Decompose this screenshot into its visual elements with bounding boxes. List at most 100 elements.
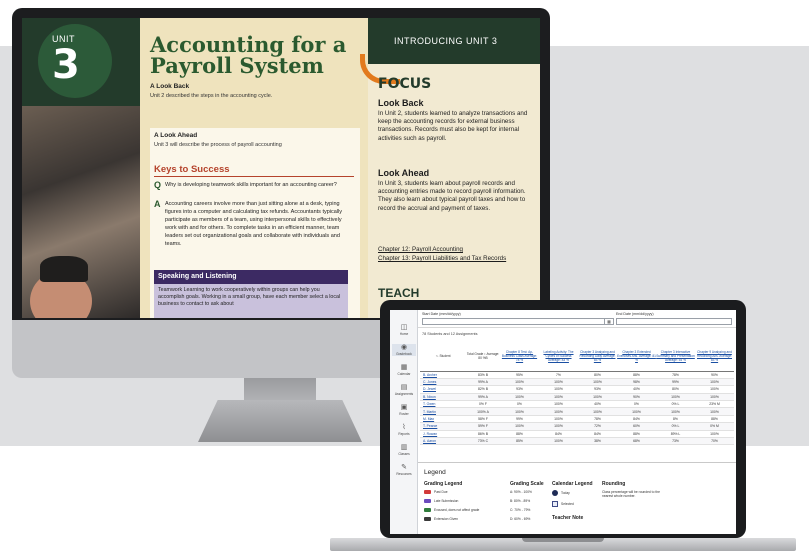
score-cell[interactable]: 88%	[500, 430, 539, 439]
sidebar-item-roster[interactable]: ▣ Roster	[392, 404, 416, 416]
score-cell[interactable]: 40%	[578, 400, 617, 409]
score-cell[interactable]: 100%	[695, 378, 734, 387]
score-cell[interactable]: 100%	[578, 407, 617, 416]
score-cell[interactable]: 90%	[617, 393, 656, 402]
score-cell[interactable]: 38%	[578, 437, 617, 446]
scale-item: A: 90% - 100%	[510, 490, 532, 494]
score-cell[interactable]: 100%	[539, 385, 578, 394]
sidebar-item-label: Gradebook	[396, 352, 412, 356]
score-cell[interactable]: 100%	[539, 400, 578, 409]
score-cell[interactable]: 40%	[617, 385, 656, 394]
col-assignment[interactable]: Chapter 8 Test: Ap-Business Class Averag…	[500, 341, 539, 372]
score-cell[interactable]: 100%	[539, 422, 578, 431]
col-assignment[interactable]: Chapter 3 Analyzing and Recording Daily …	[578, 341, 617, 372]
score-cell[interactable]: 73%	[656, 437, 695, 446]
cell-value: 100%	[710, 431, 719, 436]
score-cell[interactable]: 100%	[500, 393, 539, 402]
score-cell[interactable]: 93%	[500, 385, 539, 394]
score-cell[interactable]: 100%	[656, 393, 695, 402]
student-name-link[interactable]: B. Archer	[420, 371, 466, 379]
look-back-heading: A Look Back	[150, 83, 190, 90]
score-cell[interactable]: 93%	[578, 385, 617, 394]
roster-icon: ▣	[400, 404, 408, 411]
score-cell[interactable]: 100%	[695, 407, 734, 416]
score-cell[interactable]: 60%	[617, 422, 656, 431]
student-name-link[interactable]: T. Owen	[420, 400, 466, 409]
score-cell[interactable]: 68%	[617, 437, 656, 446]
col-assignment[interactable]: Chapter 9 Analyzing and Recording Ans. A…	[695, 341, 734, 372]
score-cell[interactable]: 0%	[617, 400, 656, 409]
score-cell[interactable]: 88%	[695, 415, 734, 424]
score-cell[interactable]: 100%	[695, 385, 734, 394]
score-cell[interactable]: 100%	[656, 407, 695, 416]
score-cell[interactable]: 70%	[695, 437, 734, 446]
cell-value: 83% B	[478, 372, 488, 377]
score-cell[interactable]: 78%	[656, 371, 695, 379]
score-cell[interactable]: 100%	[539, 378, 578, 387]
score-cell[interactable]: 99%	[656, 378, 695, 387]
score-cell[interactable]: 0% L	[656, 400, 695, 409]
score-cell[interactable]: 84%	[578, 430, 617, 439]
score-cell[interactable]: 100%	[578, 393, 617, 402]
student-name-link[interactable]: M. Max	[420, 415, 466, 424]
student-name-link[interactable]: C. Jones	[420, 378, 466, 387]
score-cell[interactable]: 100%	[500, 407, 539, 416]
score-cell[interactable]: 0% M	[695, 422, 734, 431]
book-title: Accounting for a Payroll System	[150, 34, 360, 76]
score-cell[interactable]: 84%	[539, 430, 578, 439]
score-cell[interactable]: 95%	[500, 371, 539, 379]
score-cell[interactable]: 100%	[500, 378, 539, 387]
score-cell[interactable]: 84%	[617, 415, 656, 424]
sidebar-item-home[interactable]: ◫ Home	[392, 324, 416, 336]
sidebar-item-classes[interactable]: ▥ Classes	[392, 444, 416, 456]
score-cell[interactable]: 100%	[695, 393, 734, 402]
cell-value: 99%	[516, 417, 523, 422]
student-name-link[interactable]: T. Pearce	[420, 422, 466, 431]
score-cell[interactable]: 80%	[578, 371, 617, 379]
score-cell[interactable]: 0%	[500, 400, 539, 409]
score-cell[interactable]: 100%	[539, 407, 578, 416]
student-name-link[interactable]: B. Nixon	[420, 393, 466, 402]
score-cell[interactable]: 85%	[500, 437, 539, 446]
calendar-picker-button[interactable]: ▦	[604, 318, 614, 325]
start-date-input[interactable]	[422, 318, 612, 325]
score-cell[interactable]: 100%	[539, 437, 578, 446]
score-cell[interactable]: 78%	[578, 415, 617, 424]
score-cell[interactable]: 88%	[617, 371, 656, 379]
score-cell[interactable]: 72%	[578, 422, 617, 431]
score-cell[interactable]: 100%	[578, 378, 617, 387]
score-cell[interactable]: 100%	[695, 430, 734, 439]
col-assignment[interactable]: Chapter 3 Interactive Summary and Presen…	[656, 341, 695, 372]
sidebar-item-assignments[interactable]: ▤ Assignments	[392, 384, 416, 396]
col-assignment[interactable]: Chapter 3 Extended Exercises Ans. Averag…	[617, 341, 656, 372]
student-name-link[interactable]: D. Jewel	[420, 385, 466, 394]
chapter-13-link[interactable]: Chapter 13: Payroll Liabilities and Tax …	[378, 255, 538, 263]
col-assignment[interactable]: Labeling Activity: The Cycles of Success…	[539, 341, 578, 372]
score-cell[interactable]: 7%	[539, 371, 578, 379]
sidebar-item-label: Calendar	[397, 372, 411, 376]
col-total-grade[interactable]: Total Grade ↕ Average: 80 %B	[466, 341, 500, 372]
end-date-input[interactable]	[616, 318, 732, 325]
score-cell[interactable]: 100%	[539, 393, 578, 402]
score-cell[interactable]: 23% M	[695, 400, 734, 409]
student-name-link[interactable]: J. Rowan	[420, 430, 466, 439]
sidebar-item-reports[interactable]: ⌇ Reports	[392, 424, 416, 436]
score-cell[interactable]: 99%	[500, 415, 539, 424]
score-cell[interactable]: 0% L	[656, 422, 695, 431]
score-cell[interactable]: 89% L	[656, 430, 695, 439]
student-name-link[interactable]: T. Martin	[420, 407, 466, 416]
score-cell[interactable]: 8%	[656, 415, 695, 424]
score-cell[interactable]: 100%	[617, 407, 656, 416]
chapter-12-link[interactable]: Chapter 12: Payroll Accounting	[378, 246, 538, 254]
sidebar-item-gradebook[interactable]: ◉ Gradebook	[392, 344, 416, 356]
score-cell[interactable]: 80%	[656, 385, 695, 394]
student-name-link[interactable]: A. Aaron	[420, 437, 466, 446]
col-student[interactable]: ↑↓ Student	[420, 341, 466, 372]
score-cell[interactable]: 88%	[617, 430, 656, 439]
score-cell[interactable]: 98%	[617, 378, 656, 387]
score-cell[interactable]: 100%	[539, 415, 578, 424]
score-cell[interactable]: 100%	[500, 422, 539, 431]
score-cell[interactable]: 90%	[695, 371, 734, 379]
sidebar-item-resources[interactable]: ✎ Resources	[392, 464, 416, 476]
sidebar-item-calendar[interactable]: ▦ Calendar	[392, 364, 416, 376]
